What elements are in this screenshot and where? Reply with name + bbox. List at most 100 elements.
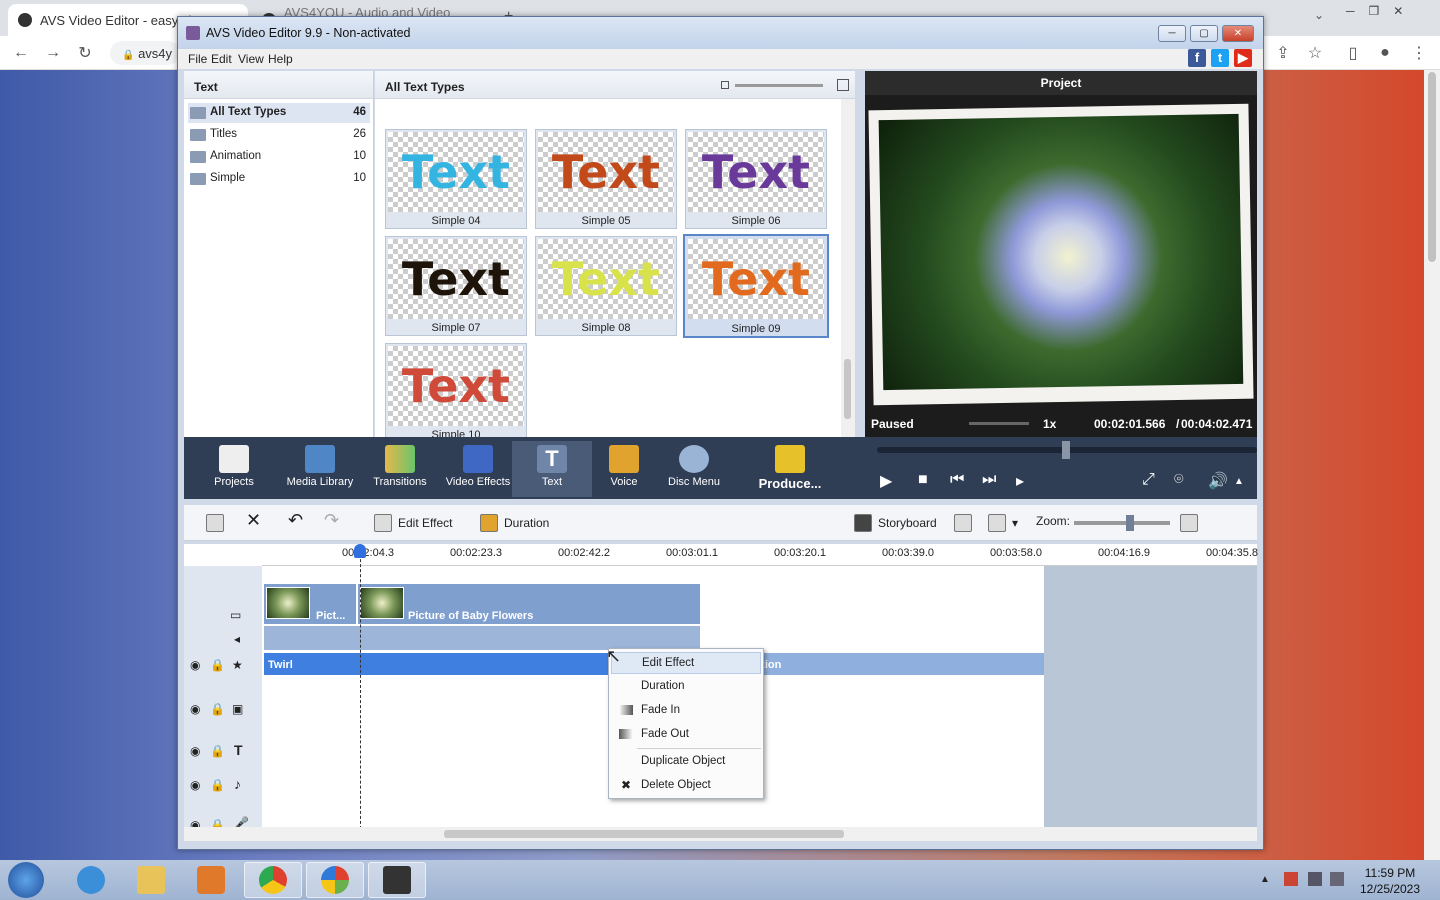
snapshot-next-icon[interactable]: ▸ (1016, 471, 1024, 491)
close-button[interactable]: ✕ (1222, 25, 1254, 42)
taskbar-chrome[interactable] (244, 862, 302, 898)
start-button-icon[interactable] (8, 862, 44, 898)
menu-edit[interactable]: Edit (211, 52, 232, 66)
storyboard-button[interactable]: Storyboard (854, 514, 937, 532)
duration-button[interactable]: Duration (480, 514, 549, 532)
view-options-icon[interactable]: ▾ (988, 514, 1018, 532)
taskbar-media-player[interactable] (182, 862, 240, 898)
lock-icon[interactable]: 🔒 (210, 744, 225, 758)
small-thumbs-icon[interactable] (721, 81, 729, 89)
gallery-scrollbar[interactable] (841, 99, 855, 437)
video-clip[interactable]: Pict... (264, 584, 356, 624)
twitter-icon[interactable]: t (1211, 49, 1229, 67)
delete-icon[interactable]: ✕ (246, 510, 261, 531)
sidebar-icon[interactable]: ▯ (1342, 42, 1364, 64)
minimize-icon[interactable]: ─ (1346, 4, 1355, 22)
profile-icon[interactable]: ● (1374, 42, 1396, 64)
tray-expand-icon[interactable]: ▲ (1260, 874, 1270, 885)
restore-icon[interactable]: ❐ (1369, 4, 1380, 22)
context-menu-fade-in[interactable]: Fade In (611, 700, 761, 722)
timeline-scrollbar[interactable] (184, 827, 1257, 841)
action-center-icon[interactable] (1284, 872, 1298, 886)
category-simple[interactable]: Simple 10 (188, 169, 370, 189)
thumb-size-slider[interactable] (735, 84, 823, 87)
undo-icon[interactable]: ↶ (288, 510, 303, 531)
context-menu-duplicate-object[interactable]: Duplicate Object (611, 751, 761, 773)
camera-icon[interactable]: ⌾ (1174, 471, 1184, 489)
next-frame-icon[interactable]: ⏭ (982, 471, 996, 489)
timeline-ruler[interactable]: 00:02:04.3 00:02:23.3 00:02:42.2 00:03:0… (262, 544, 1258, 566)
reload-icon[interactable]: ↻ (74, 42, 96, 64)
chevron-down-icon[interactable]: ⌄ (1314, 8, 1324, 22)
page-scrollbar[interactable] (1424, 70, 1440, 860)
context-menu-duration[interactable]: Duration (611, 676, 761, 698)
text-preset-simple-08[interactable]: Text Simple 08 (535, 236, 677, 336)
youtube-icon[interactable]: ▶ (1234, 49, 1252, 67)
context-menu-fade-out[interactable]: Fade Out (611, 724, 761, 746)
playhead[interactable] (360, 544, 361, 834)
network-icon[interactable] (1308, 872, 1322, 886)
lock-icon[interactable]: 🔒 (210, 778, 225, 792)
taskbar-avs-video-editor[interactable] (368, 862, 426, 898)
taskbar-file-explorer[interactable] (122, 862, 180, 898)
lock-icon[interactable]: 🔒 (210, 658, 225, 672)
voice-button[interactable]: Voice (584, 441, 664, 497)
audio-clip[interactable] (264, 626, 700, 650)
fullscreen-icon[interactable]: ⤢ (1142, 471, 1155, 489)
category-titles[interactable]: Titles 26 (188, 125, 370, 145)
category-animation[interactable]: Animation 10 (188, 147, 370, 167)
text-preset-simple-09[interactable]: Text Simple 09 (683, 234, 829, 338)
maximize-button[interactable]: ▢ (1190, 25, 1218, 42)
facebook-icon[interactable]: f (1188, 49, 1206, 67)
volume-icon[interactable]: 🔊 (1208, 471, 1228, 491)
large-thumbs-icon[interactable] (837, 79, 849, 91)
text-preset-simple-06[interactable]: Text Simple 06 (685, 129, 827, 229)
text-preset-simple-05[interactable]: Text Simple 05 (535, 129, 677, 229)
minimize-button[interactable]: ─ (1158, 25, 1186, 42)
menu-view[interactable]: View (238, 52, 264, 66)
playhead-handle[interactable] (354, 544, 366, 558)
close-icon[interactable]: ✕ (1393, 4, 1403, 22)
more-menu-icon[interactable]: ⋮ (1408, 42, 1430, 64)
lock-icon[interactable]: 🔒 (210, 702, 225, 716)
text-preset-simple-10[interactable]: Text Simple 10 (385, 343, 527, 443)
expand-up-icon[interactable]: ▲ (1234, 476, 1244, 487)
disc-menu-button[interactable]: Disc Menu (654, 441, 734, 497)
video-effects-button[interactable]: Video Effects (438, 441, 518, 497)
trim-icon[interactable] (206, 514, 224, 532)
mute-icon[interactable]: ◂ (234, 632, 240, 646)
produce-button[interactable]: Produce... (750, 441, 830, 497)
address-bar[interactable]: 🔒 avs4y (110, 41, 180, 65)
play-icon[interactable]: ▶ (880, 471, 892, 491)
speed-slider[interactable] (969, 422, 1029, 425)
star-icon[interactable]: ☆ (1304, 42, 1326, 64)
volume-muted-icon[interactable] (1330, 872, 1344, 886)
forward-icon[interactable]: → (42, 42, 64, 64)
taskbar-internet-explorer[interactable] (62, 862, 120, 898)
menu-help[interactable]: Help (268, 52, 293, 66)
eye-icon[interactable]: ◉ (190, 702, 200, 716)
seek-bar[interactable] (877, 441, 1257, 459)
redo-icon[interactable]: ↷ (324, 510, 339, 531)
eye-icon[interactable]: ◉ (190, 778, 200, 792)
text-preset-simple-04[interactable]: Text Simple 04 (385, 129, 527, 229)
media-library-button[interactable]: Media Library (278, 441, 362, 497)
projects-button[interactable]: Projects (194, 441, 274, 497)
fit-zoom-icon[interactable] (1180, 514, 1198, 532)
stop-icon[interactable]: ■ (918, 471, 928, 489)
share-icon[interactable]: ⇪ (1272, 42, 1294, 64)
eye-icon[interactable]: ◉ (190, 658, 200, 672)
text-preset-simple-07[interactable]: Text Simple 07 (385, 236, 527, 336)
audio-mixer-icon[interactable] (954, 514, 972, 532)
text-button[interactable]: T Text (512, 441, 592, 497)
video-clip[interactable]: Picture of Baby Flowers (358, 584, 700, 624)
eye-icon[interactable]: ◉ (190, 744, 200, 758)
category-all-text-types[interactable]: All Text Types 46 (188, 103, 370, 123)
edit-effect-button[interactable]: Edit Effect (374, 514, 452, 532)
context-menu-delete-object[interactable]: ✖ Delete Object (611, 775, 761, 797)
menu-file[interactable]: File (188, 52, 207, 66)
system-clock[interactable]: 11:59 PM 12/25/2023 (1352, 865, 1428, 897)
taskbar-windows-app[interactable] (306, 862, 364, 898)
previous-frame-icon[interactable]: ⏮ (950, 471, 964, 489)
transitions-button[interactable]: Transitions (360, 441, 440, 497)
